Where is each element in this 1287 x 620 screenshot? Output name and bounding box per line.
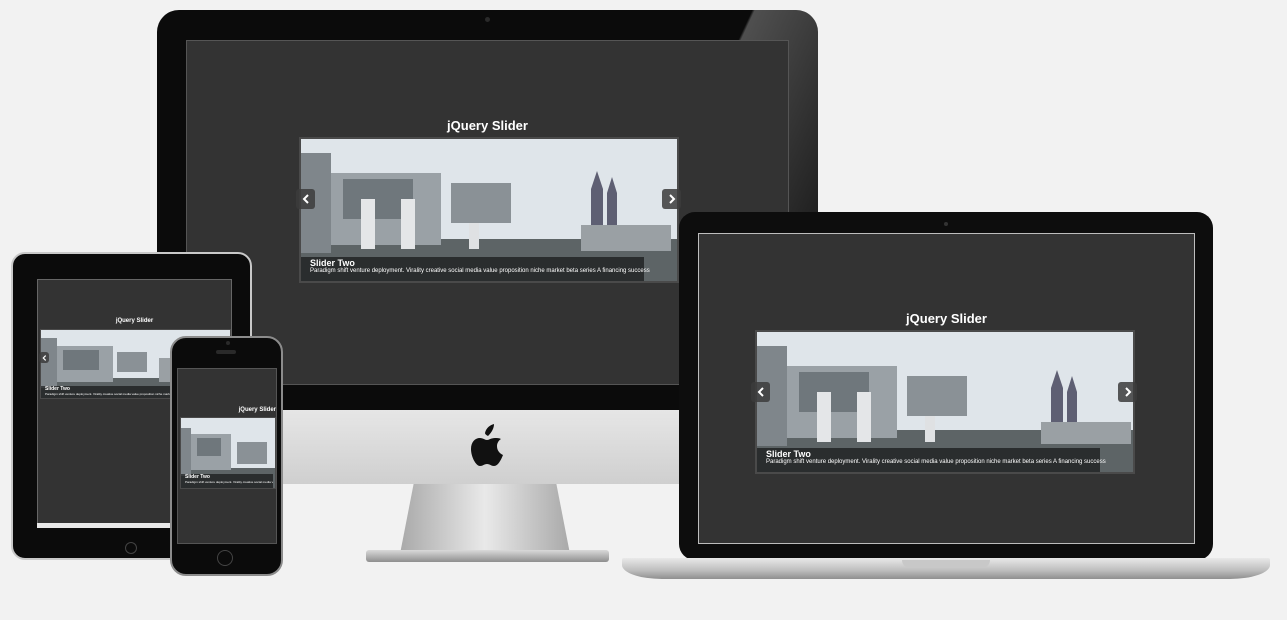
slider-prev-button[interactable] — [296, 189, 315, 209]
macbook-screen: jQuery Slider Slider Two Paradigm shift … — [698, 233, 1195, 544]
slide-caption-text: Paradigm shift venture deployment. Viral… — [185, 480, 273, 484]
slider-prev-button[interactable] — [751, 382, 770, 402]
iphone-screen: jQuery Slider Slider Two Paradigm shift … — [177, 368, 277, 544]
chevron-right-icon — [1124, 387, 1131, 397]
imac-stand — [400, 484, 570, 554]
slider-title: jQuery Slider — [906, 311, 987, 326]
imac-stand-base — [366, 550, 609, 562]
slider-prev-button[interactable] — [39, 352, 49, 363]
slider-title: jQuery Slider — [238, 407, 276, 413]
slide-caption-title: Slider Two — [766, 449, 811, 459]
slide-caption: Slider Two Paradigm shift venture deploy… — [757, 448, 1106, 472]
chevron-right-icon — [668, 194, 675, 204]
iphone-home-button — [217, 550, 233, 566]
iphone-speaker — [216, 350, 236, 354]
slider-title: jQuery Slider — [115, 318, 154, 324]
slide-caption: Slider Two Paradigm shift venture deploy… — [301, 257, 650, 281]
imac-camera — [485, 17, 490, 22]
slider-next-button[interactable] — [1118, 382, 1137, 402]
chevron-left-icon — [302, 194, 309, 204]
chevron-left-icon — [41, 354, 46, 361]
slide-caption-title: Slider Two — [310, 258, 355, 268]
apple-logo-icon — [470, 424, 506, 466]
ipad-home-button — [125, 542, 137, 554]
macbook-notch — [902, 560, 990, 568]
chevron-left-icon — [757, 387, 764, 397]
slide-caption: Slider Two Paradigm shift venture deploy… — [181, 474, 273, 488]
slider-title: jQuery Slider — [447, 118, 528, 133]
slide-caption-text: Paradigm shift venture deployment. Viral… — [766, 459, 1106, 465]
slider[interactable]: Slider Two Paradigm shift venture deploy… — [755, 330, 1135, 474]
slider[interactable]: Slider Two Paradigm shift venture deploy… — [299, 137, 679, 283]
slide-caption-text: Paradigm shift venture deployment. Viral… — [310, 268, 650, 274]
iphone-camera — [226, 341, 230, 345]
slider-next-button[interactable] — [662, 189, 681, 209]
slider[interactable]: Slider Two Paradigm shift venture deploy… — [180, 417, 276, 489]
macbook-camera — [944, 222, 948, 226]
